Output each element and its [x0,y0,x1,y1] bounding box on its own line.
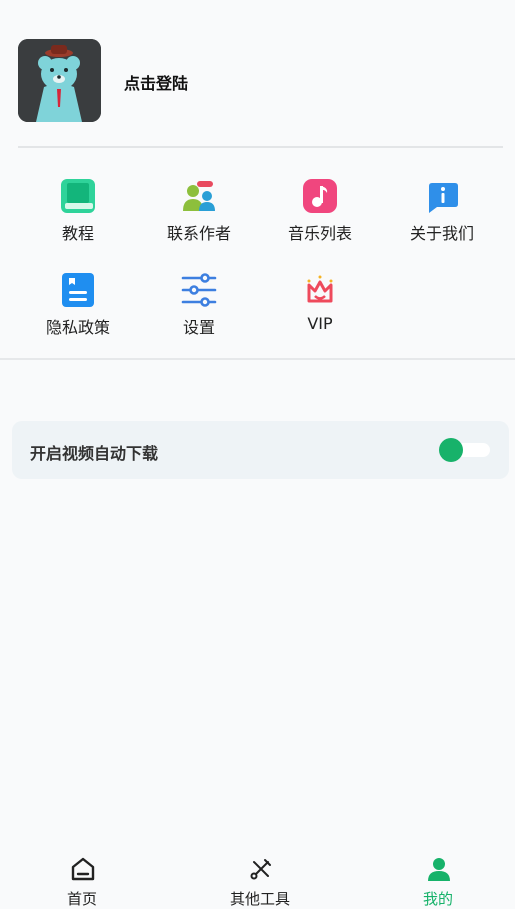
menu-item-label: 关于我们 [409,224,474,243]
login-prompt[interactable]: 点击登陆 [124,70,188,94]
tools-icon [248,856,274,882]
menu-item-label: 联系作者 [166,224,231,243]
user-icon [426,856,452,882]
avatar[interactable] [18,39,101,122]
menu-item-tutorial[interactable]: 教程 [18,168,138,248]
info-icon [423,177,461,215]
nav-tools[interactable]: 其他工具 [200,848,320,908]
profile-header[interactable]: 点击登陆 [0,0,515,148]
menu-item-label: 设置 [182,318,215,337]
menu-item-about[interactable]: 关于我们 [382,168,502,248]
divider [18,146,503,148]
privacy-doc-icon [59,271,97,309]
menu-item-label: 教程 [61,224,94,243]
contact-icon [180,177,218,215]
menu-item-privacy[interactable]: 隐私政策 [18,262,138,342]
auto-download-setting: 开启视频自动下载 [12,421,509,479]
nav-mine[interactable]: 我的 [378,848,498,908]
divider [0,358,515,360]
bear-avatar-icon [18,39,101,122]
menu-item-label: VIP [307,314,333,333]
music-icon [301,177,339,215]
book-icon [59,177,97,215]
menu-item-music-list[interactable]: 音乐列表 [260,168,380,248]
crown-icon [301,271,339,309]
menu-item-vip[interactable]: VIP [260,262,380,342]
nav-home[interactable]: 首页 [22,848,142,908]
menu-item-label: 隐私政策 [45,318,110,337]
menu-item-label: 音乐列表 [287,224,352,243]
menu-item-settings[interactable]: 设置 [139,262,259,342]
menu-item-contact[interactable]: 联系作者 [139,168,259,248]
home-icon [70,856,96,882]
auto-download-toggle[interactable] [439,438,463,462]
setting-label: 开启视频自动下载 [30,444,159,463]
sliders-icon [180,271,218,309]
bottom-nav: 首页 其他工具 我的 [0,848,515,908]
